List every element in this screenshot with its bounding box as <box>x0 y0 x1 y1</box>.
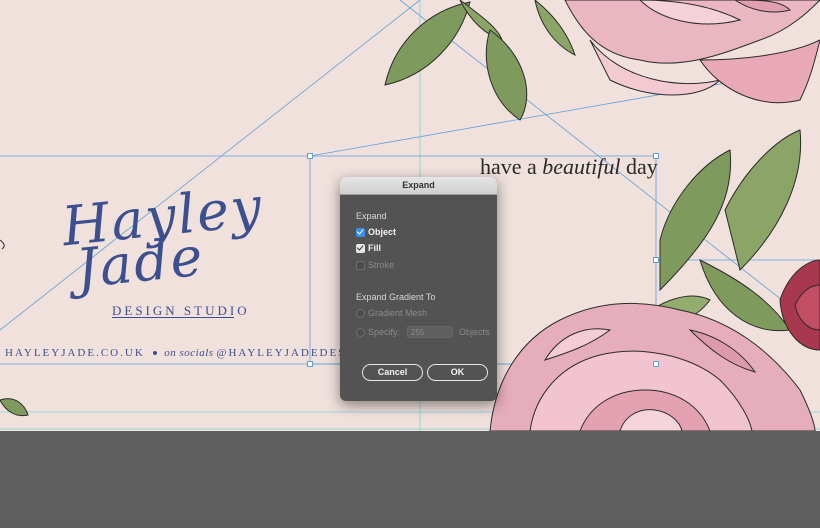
logo-underline <box>112 317 234 318</box>
footer-socials-label: on socials <box>164 347 214 359</box>
fill-label: Fill <box>368 243 381 253</box>
headline-emphasis: beautiful <box>542 154 621 179</box>
gradient-mesh-option: Gradient Mesh <box>356 308 427 318</box>
fill-checkbox[interactable] <box>356 243 365 253</box>
expand-dialog: Expand Expand Object Fill Stroke Expand … <box>340 177 497 401</box>
red-rose <box>779 259 820 351</box>
selection-handle[interactable] <box>653 361 659 367</box>
specify-count-input: 255 <box>407 326 454 338</box>
stroke-option: Stroke <box>356 260 394 270</box>
specify-label: Specify: <box>368 327 401 337</box>
bullet-dot <box>152 351 157 356</box>
cancel-button[interactable]: Cancel <box>362 364 423 381</box>
ornament <box>0 239 5 250</box>
top-leaves <box>384 0 576 121</box>
top-peony <box>564 0 820 104</box>
headline-pre: have a <box>480 154 543 179</box>
gradient-mesh-label: Gradient Mesh <box>368 308 428 318</box>
gradient-mesh-radio <box>356 308 365 318</box>
expand-section-label: Expand <box>356 211 387 221</box>
pasteboard <box>0 431 820 528</box>
selection-handle[interactable] <box>653 153 659 159</box>
dialog-title: Expand <box>340 177 497 195</box>
selection-handle[interactable] <box>307 153 313 159</box>
objects-label: Objects <box>459 327 490 337</box>
specify-radio <box>356 327 365 337</box>
object-checkbox[interactable] <box>356 227 365 237</box>
stroke-checkbox <box>356 260 365 270</box>
ok-button[interactable]: OK <box>427 364 488 381</box>
fill-option[interactable]: Fill <box>356 243 381 253</box>
footer-contact-line: HAYLEYJADE.CO.UK on socials @HAYLEYJADED… <box>5 347 372 359</box>
object-label: Object <box>368 227 397 237</box>
selection-handle[interactable] <box>653 257 659 263</box>
object-option[interactable]: Object <box>356 227 396 237</box>
stroke-label: Stroke <box>368 260 395 270</box>
headline-text: have a beautiful day <box>480 154 658 180</box>
gradient-section-label: Expand Gradient To <box>356 292 436 302</box>
logo-jade: Jade <box>73 224 208 301</box>
specify-option: Specify: 255 Objects <box>356 326 490 338</box>
footer-website: HAYLEYJADE.CO.UK <box>5 347 145 359</box>
selection-handle[interactable] <box>307 361 313 367</box>
